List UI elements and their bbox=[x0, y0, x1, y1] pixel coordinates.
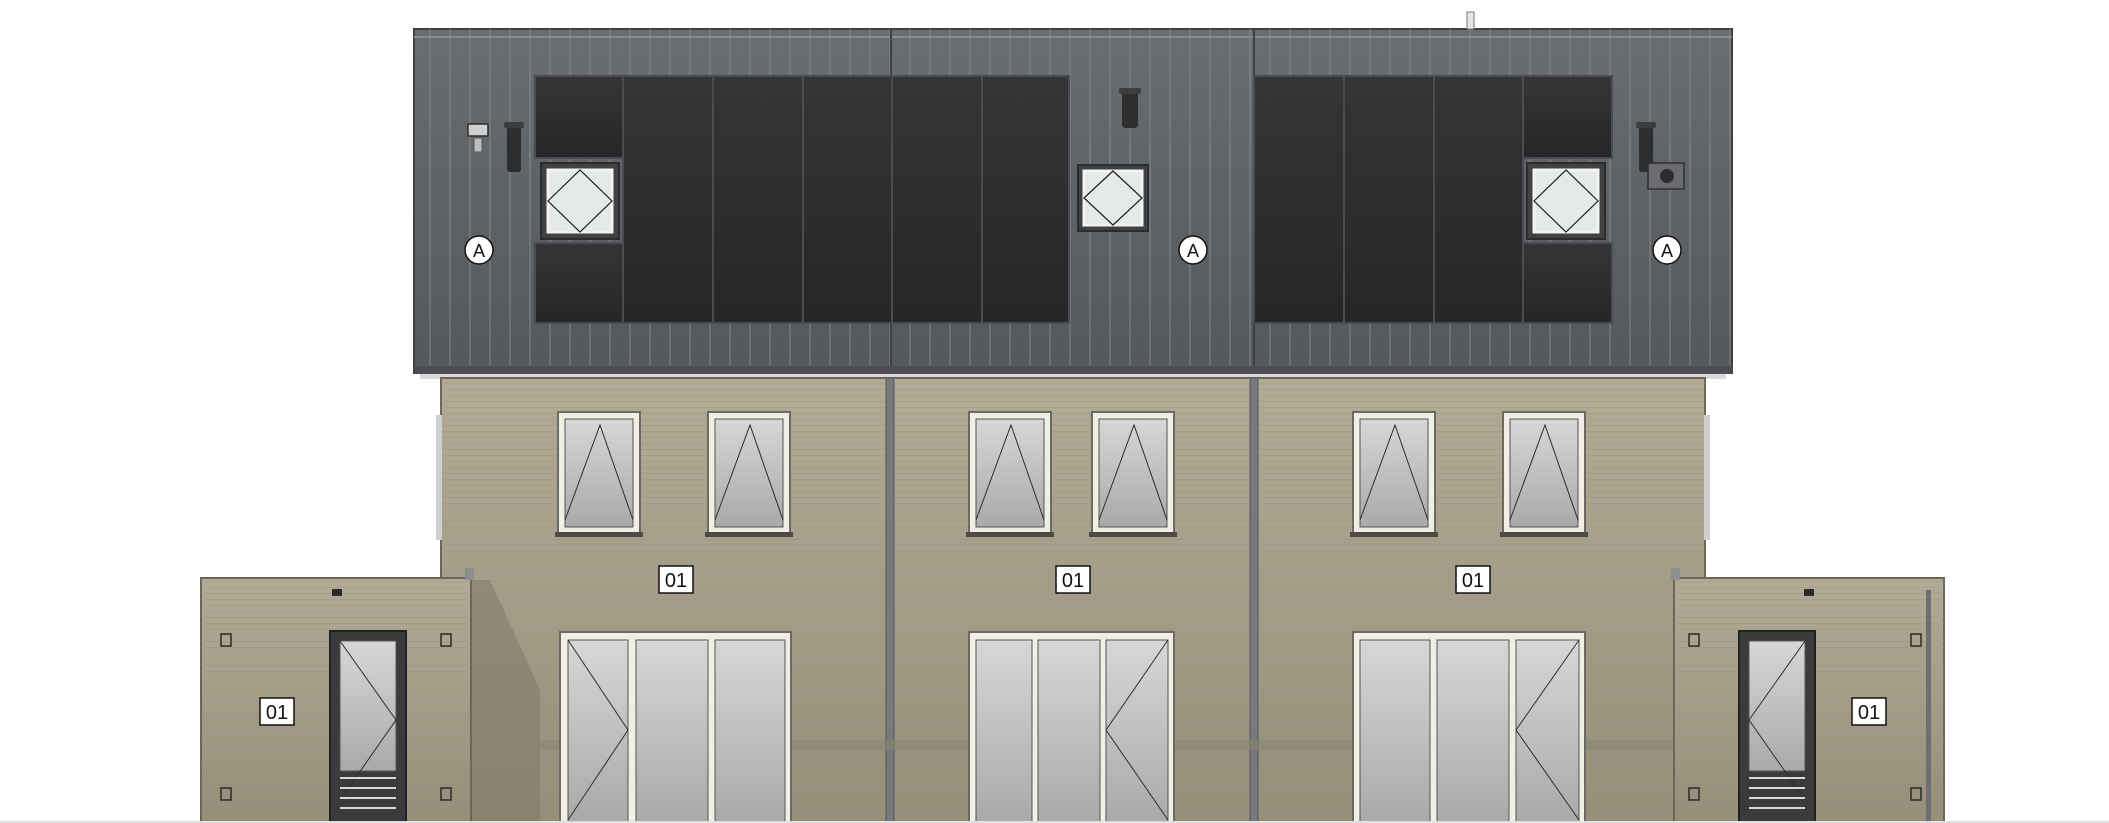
solar-panel bbox=[1522, 242, 1613, 324]
vent-box-opening bbox=[1660, 169, 1674, 183]
facade-tag-text: 01 bbox=[665, 570, 687, 592]
roof-tag: A bbox=[1178, 235, 1208, 265]
upper-window bbox=[1500, 411, 1588, 537]
solar-panel bbox=[981, 75, 1070, 324]
wall-light bbox=[332, 589, 342, 596]
elevation-svg: A A A 01 01 01 01 01 bbox=[0, 11, 2109, 823]
vent-cap bbox=[1119, 88, 1141, 94]
solar-panel bbox=[1253, 75, 1345, 324]
facade-tag: 01 bbox=[658, 565, 694, 594]
vent-grille bbox=[467, 123, 489, 137]
roof-window-1 bbox=[540, 162, 620, 240]
solar-panel bbox=[622, 75, 714, 324]
downpipe bbox=[1926, 590, 1931, 823]
storage-shed-left bbox=[200, 568, 474, 823]
vent-stub bbox=[473, 137, 483, 153]
solar-panel bbox=[802, 75, 893, 324]
roof-tag-text: A bbox=[1661, 241, 1673, 261]
solar-panel bbox=[712, 75, 804, 324]
storage-tag: 01 bbox=[1851, 697, 1887, 726]
sliding-door-unit-2 bbox=[968, 631, 1175, 823]
vent-cap bbox=[504, 122, 524, 128]
facade-tag-text: 01 bbox=[1062, 570, 1084, 592]
upper-window bbox=[555, 411, 643, 537]
vent-cap bbox=[1636, 122, 1656, 128]
upper-window bbox=[1089, 411, 1177, 537]
sliding-door-unit-3 bbox=[1352, 631, 1586, 823]
facade-end-trim-right bbox=[1704, 415, 1710, 540]
roof-tag: A bbox=[464, 235, 494, 265]
roof-tag-text: A bbox=[1187, 241, 1199, 261]
roof-tag: A bbox=[1652, 235, 1682, 265]
solar-panel bbox=[891, 75, 983, 324]
roof-window-2 bbox=[1077, 164, 1149, 232]
upper-window bbox=[1350, 411, 1438, 537]
facade-end-trim-left bbox=[436, 415, 442, 540]
storage-tag: 01 bbox=[259, 697, 295, 726]
upper-window bbox=[966, 411, 1054, 537]
wall-light bbox=[1804, 589, 1814, 596]
facade-tag: 01 bbox=[1055, 565, 1091, 594]
solar-panel bbox=[1433, 75, 1524, 324]
solar-panel bbox=[1522, 75, 1613, 159]
facade-tag-text: 01 bbox=[1462, 570, 1484, 592]
storage-tag-text: 01 bbox=[1858, 702, 1880, 724]
facade-elevation-drawing: A A A 01 01 01 01 01 bbox=[0, 0, 2109, 823]
vent-pipe bbox=[1122, 90, 1138, 128]
vent-pipe bbox=[507, 124, 521, 172]
storage-tag-text: 01 bbox=[266, 702, 288, 724]
upper-window bbox=[705, 411, 793, 537]
solar-panel bbox=[534, 242, 624, 324]
roof-tag-text: A bbox=[473, 241, 485, 261]
roof-window-3 bbox=[1526, 162, 1606, 240]
ground-floor-doors bbox=[559, 631, 1586, 823]
party-wall-divider-2 bbox=[1249, 377, 1259, 823]
facade-tag: 01 bbox=[1455, 565, 1491, 594]
storage-shed-right bbox=[1671, 568, 1945, 823]
sliding-door-unit-1 bbox=[559, 631, 792, 823]
solar-panel bbox=[1343, 75, 1435, 324]
roof-vent-pipe bbox=[1466, 11, 1475, 30]
roof-gutter bbox=[414, 366, 1732, 374]
solar-panel bbox=[534, 75, 624, 159]
party-wall-divider-1 bbox=[885, 377, 895, 823]
